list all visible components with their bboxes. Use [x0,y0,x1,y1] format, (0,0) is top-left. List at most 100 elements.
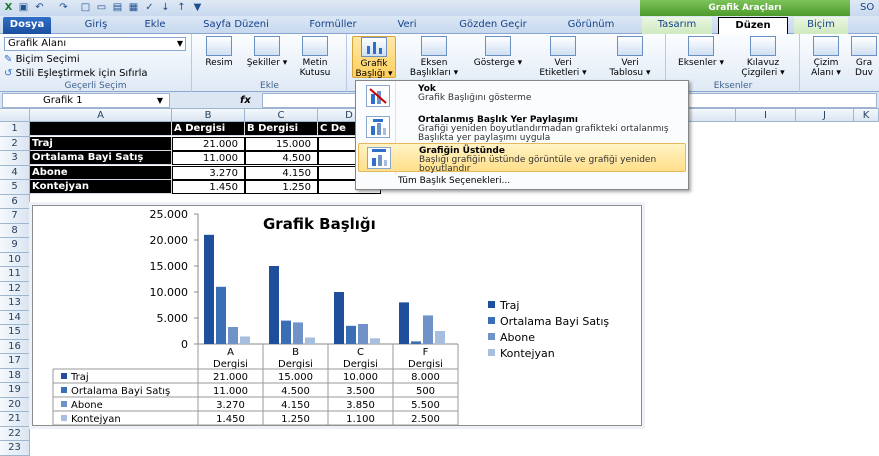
row-header-13[interactable]: 13 [0,296,30,311]
axes-button[interactable]: Eksenler ▾ [673,36,729,78]
more-title-options-link[interactable]: Tüm Başlık Seçenekleri... [398,176,510,186]
bar[interactable] [346,325,356,344]
data-labels-button[interactable]: Veri Etiketleri ▾ [532,36,594,78]
column-header-k[interactable]: K [854,109,879,122]
legend-label[interactable]: Traj [499,299,519,312]
value-cell[interactable]: 15.000 [245,136,318,151]
tab-file[interactable]: Dosya [3,17,51,34]
bar[interactable] [281,320,291,344]
row-header-14[interactable]: 14 [0,310,30,325]
row-header-22[interactable]: 22 [0,426,30,441]
insert-function-icon[interactable]: fx [240,93,251,108]
row-label-cell[interactable]: Abone [30,165,172,180]
chart-title-button[interactable]: Grafik Başlığı ▾ [352,36,396,79]
row-header-4[interactable]: 4 [0,165,30,180]
row-label-cell[interactable]: Ortalama Bayi Satış [30,151,172,165]
legend-label[interactable]: Abone [500,331,535,344]
legend-key[interactable] [488,301,495,308]
save-icon[interactable]: ▣ [18,2,29,13]
bar[interactable] [358,323,368,344]
row-header-17[interactable]: 17 [0,354,30,369]
bar[interactable] [269,266,279,344]
row-header-16[interactable]: 16 [0,339,30,354]
row-header-21[interactable]: 21 [0,412,30,427]
picture-button[interactable]: Resim [197,36,241,78]
bar[interactable] [228,326,238,344]
row-header-9[interactable]: 9 [0,238,30,253]
sort-desc-icon[interactable]: ↑ [176,2,187,13]
row-header-19[interactable]: 19 [0,383,30,398]
tab-design[interactable]: Tasarım [642,17,712,34]
row-header-8[interactable]: 8 [0,223,30,238]
bar[interactable] [370,338,380,344]
tab-layout[interactable]: Düzen [718,17,788,34]
shapes-button[interactable]: Şekiller ▾ [245,36,289,78]
bar[interactable] [293,322,303,344]
row-header-15[interactable]: 15 [0,325,30,340]
legend-key[interactable] [488,317,495,324]
menu-item-above-chart[interactable]: Grafiğin Üstünde Başlığı grafiğin üstünd… [358,143,686,174]
tab-view[interactable]: Görünüm [556,17,626,34]
name-box[interactable]: Grafik 1 ▼ [2,93,170,108]
bar[interactable] [240,336,250,344]
value-cell[interactable]: 1.250 [245,180,318,194]
excel-logo-icon[interactable]: X [3,2,14,13]
gridlines-button[interactable]: Kılavuz Çizgileri ▾ [733,36,793,78]
cell-a1[interactable] [30,122,172,136]
bar[interactable] [216,286,226,344]
row-header-5[interactable]: 5 [0,180,30,195]
print-icon[interactable]: ▤ [112,2,123,13]
value-cell[interactable]: 4.150 [245,165,318,180]
column-header-c[interactable]: C [245,109,318,122]
bar[interactable] [423,315,433,344]
bar[interactable] [399,302,409,344]
print-preview-icon[interactable]: ▦ [128,2,139,13]
row-label-cell[interactable]: Kontejyan [30,180,172,194]
spelling-icon[interactable]: ✓ [144,2,155,13]
column-header-a[interactable]: A [30,109,172,122]
new-file-icon[interactable]: □ [80,2,91,13]
menu-item-none[interactable]: Yok Grafik Başlığını gösterme [358,82,686,111]
bar[interactable] [334,292,344,344]
column-header-i[interactable]: I [736,109,796,122]
value-cell[interactable]: 4.500 [245,151,318,165]
row-header-11[interactable]: 11 [0,267,30,282]
chart-wall-button[interactable]: Gra Duv [851,36,877,78]
menu-item-centered-overlay[interactable]: Ortalanmış Başlık Yer Paylaşımı Grafiği … [358,113,686,143]
data-table-button[interactable]: Veri Tablosu ▾ [600,36,660,78]
tab-insert[interactable]: Ekle [133,17,177,34]
tab-data[interactable]: Veri [384,17,430,34]
row-header-23[interactable]: 23 [0,441,30,456]
row-label-cell[interactable]: Traj [30,136,172,151]
tab-page-layout[interactable]: Sayfa Düzeni [192,17,280,34]
row-header-12[interactable]: 12 [0,281,30,296]
open-folder-icon[interactable]: ▭ [96,2,107,13]
axis-titles-button[interactable]: Eksen Başlıkları ▾ [408,36,460,78]
legend-label[interactable]: Ortalama Bayi Satış [500,315,609,328]
tab-home[interactable]: Giriş [74,17,118,34]
row-header-7[interactable]: 7 [0,209,30,224]
row-header-2[interactable]: 2 [0,136,30,151]
bar[interactable] [411,341,421,344]
tab-format[interactable]: Biçim [794,17,848,34]
row-header-20[interactable]: 20 [0,397,30,412]
header-cell[interactable]: A Dergisi [172,122,245,136]
value-cell[interactable]: 21.000 [172,136,245,151]
tab-review[interactable]: Gözden Geçir [446,17,540,34]
row-header-6[interactable]: 6 [0,194,30,209]
header-cell[interactable]: B Dergisi [245,122,318,136]
bar[interactable] [204,234,214,344]
legend-key[interactable] [488,333,495,340]
legend-label[interactable]: Kontejyan [500,347,555,360]
value-cell[interactable]: 1.450 [172,180,245,194]
plot-area-button[interactable]: Çizim Alanı ▾ [805,36,847,78]
reset-to-match-style-button[interactable]: ↺ Stili Eşleştirmek için Sıfırla [4,67,148,80]
row-header-3[interactable]: 3 [0,151,30,166]
bar[interactable] [435,331,445,344]
redo-icon[interactable]: ↷ [58,2,69,13]
value-cell[interactable]: 11.000 [172,151,245,165]
sort-asc-icon[interactable]: ↓ [160,2,171,13]
row-header-18[interactable]: 18 [0,368,30,383]
chart-object[interactable]: Grafik Başlığı 0 5.000 10.000 15.000 20.000 2… [32,205,642,426]
bar[interactable] [305,337,315,345]
